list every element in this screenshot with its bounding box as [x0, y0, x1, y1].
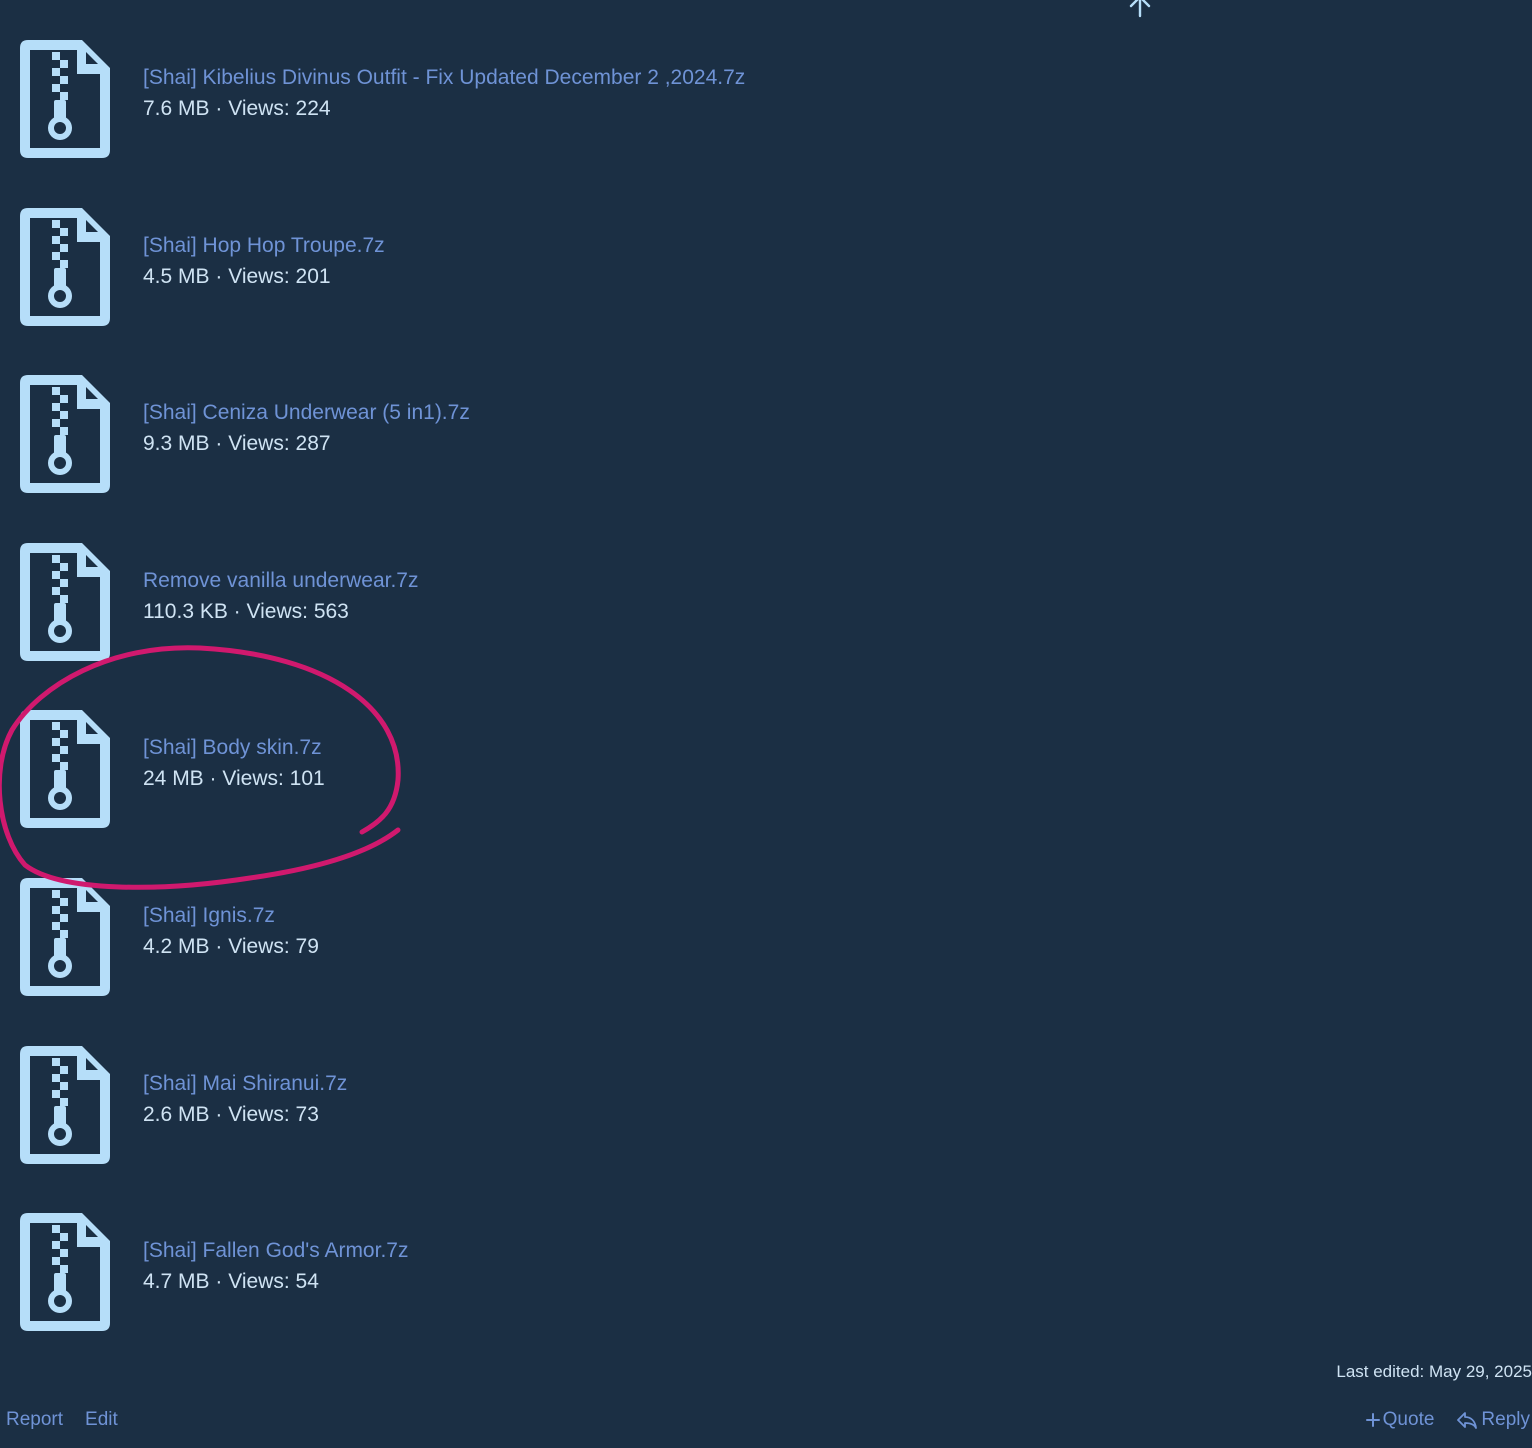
attachment-meta: [Shai] Kibelius Divinus Outfit - Fix Upd… — [143, 64, 745, 123]
attachment-meta: [Shai] Fallen God's Armor.7z 4.7 MB · Vie… — [143, 1237, 408, 1296]
attachment-views: Views: 201 — [228, 264, 331, 288]
attachment-size: 4.5 MB — [143, 264, 210, 288]
attachment-size: 4.2 MB — [143, 935, 210, 958]
attachment-file-link[interactable]: Remove vanilla underwear.7z — [143, 567, 418, 595]
attachment-info-separator: · — [209, 935, 229, 958]
attachment-meta: [Shai] Body skin.7z 24 MB · Views: 101 — [143, 734, 325, 793]
reply-arrow-icon — [1456, 1411, 1478, 1429]
attachment-info: 4.5 MB · Views: 201 — [143, 263, 385, 291]
attachment-info-separator: · — [209, 97, 229, 120]
attachment-views: Views: 224 — [228, 97, 331, 120]
attachment-info-separator: · — [203, 767, 223, 791]
attachment-meta: [Shai] Ignis.7z 4.2 MB · Views: 79 — [143, 902, 319, 961]
attachment-file-link[interactable]: [Shai] Ignis.7z — [143, 902, 319, 930]
attachment-info-separator: · — [209, 1102, 229, 1126]
file-zip-icon[interactable] — [18, 38, 112, 160]
attachment-views: Views: 287 — [228, 432, 331, 456]
post-actions-left: Report Edit — [6, 1408, 118, 1432]
attachment-info: 7.6 MB · Views: 224 — [143, 95, 745, 123]
attachment-views: Views: 79 — [228, 935, 319, 958]
file-zip-icon[interactable] — [18, 206, 112, 328]
attachment-info: 110.3 KB · Views: 563 — [143, 598, 418, 626]
attachment-file-link[interactable]: [Shai] Mai Shiranui.7z — [143, 1070, 347, 1098]
attachment-info-separator: · — [209, 1270, 229, 1294]
file-zip-icon[interactable] — [18, 1044, 112, 1166]
attachment-meta: [Shai] Hop Hop Troupe.7z 4.5 MB · Views: … — [143, 232, 385, 291]
attachment-size: 24 MB — [143, 767, 204, 791]
quote-label: Quote — [1382, 1409, 1435, 1430]
file-zip-icon[interactable] — [18, 876, 112, 998]
attachment-item[interactable]: [Shai] Ceniza Underwear (5 in1).7z 9.3 MB… — [18, 373, 918, 495]
attachment-views: Views: 73 — [228, 1102, 319, 1126]
attachment-meta: [Shai] Ceniza Underwear (5 in1).7z 9.3 MB… — [143, 399, 470, 458]
file-zip-icon[interactable] — [18, 708, 112, 830]
attachment-info: 9.3 MB · Views: 287 — [143, 430, 470, 458]
attachment-item[interactable]: [Shai] Hop Hop Troupe.7z 4.5 MB · Views: … — [18, 206, 918, 328]
attachment-item[interactable]: [Shai] Kibelius Divinus Outfit - Fix Upd… — [18, 38, 918, 160]
post-actions-right: Quote Reply — [1365, 1408, 1530, 1432]
post-page: [Shai] Kibelius Divinus Outfit - Fix Upd… — [0, 0, 1532, 1448]
file-zip-icon[interactable] — [18, 373, 112, 495]
attachment-info: 4.2 MB · Views: 79 — [143, 933, 319, 961]
report-link[interactable]: Report — [6, 1408, 63, 1432]
attachment-item[interactable]: [Shai] Mai Shiranui.7z 2.6 MB · Views: 73 — [18, 1044, 918, 1166]
attachment-file-link[interactable]: [Shai] Body skin.7z — [143, 734, 325, 762]
reply-label: Reply — [1481, 1409, 1530, 1430]
attachment-views: Views: 54 — [228, 1270, 319, 1294]
attachment-file-link[interactable]: [Shai] Kibelius Divinus Outfit - Fix Upd… — [143, 64, 745, 92]
file-zip-icon[interactable] — [18, 541, 112, 663]
attachment-meta: [Shai] Mai Shiranui.7z 2.6 MB · Views: 73 — [143, 1070, 347, 1129]
arrow-up-icon[interactable] — [1126, 0, 1154, 18]
attachment-size: 110.3 KB — [143, 599, 228, 623]
quote-button[interactable]: Quote — [1365, 1408, 1435, 1432]
attachment-views: Views: 101 — [222, 767, 325, 791]
attachment-info: 4.7 MB · Views: 54 — [143, 1268, 408, 1296]
attachment-size: 7.6 MB — [143, 97, 210, 120]
attachment-item[interactable]: Remove vanilla underwear.7z 110.3 KB · Vi… — [18, 541, 918, 663]
attachment-item[interactable]: [Shai] Body skin.7z 24 MB · Views: 101 — [18, 708, 918, 830]
attachment-file-link[interactable]: [Shai] Ceniza Underwear (5 in1).7z — [143, 399, 470, 427]
last-edited-timestamp: Last edited: May 29, 2025 — [1336, 1362, 1532, 1381]
attachment-info-separator: · — [227, 599, 247, 623]
plus-icon — [1365, 1413, 1380, 1427]
attachment-file-link[interactable]: [Shai] Hop Hop Troupe.7z — [143, 232, 385, 260]
attachment-item[interactable]: [Shai] Fallen God's Armor.7z 4.7 MB · Vie… — [18, 1211, 918, 1333]
file-zip-icon[interactable] — [18, 1211, 112, 1333]
attachment-info: 24 MB · Views: 101 — [143, 765, 325, 793]
attachment-size: 4.7 MB — [143, 1270, 210, 1294]
attachment-size: 9.3 MB — [143, 432, 210, 456]
reply-button[interactable]: Reply — [1456, 1408, 1530, 1432]
attachment-item[interactable]: [Shai] Ignis.7z 4.2 MB · Views: 79 — [18, 876, 918, 998]
attachment-info-separator: · — [209, 264, 229, 288]
edit-link[interactable]: Edit — [85, 1408, 118, 1432]
attachment-info-separator: · — [209, 432, 229, 456]
attachment-info: 2.6 MB · Views: 73 — [143, 1101, 347, 1129]
attachment-file-link[interactable]: [Shai] Fallen God's Armor.7z — [143, 1237, 408, 1265]
attachment-size: 2.6 MB — [143, 1102, 210, 1126]
attachment-meta: Remove vanilla underwear.7z 110.3 KB · Vi… — [143, 567, 418, 626]
attachment-views: Views: 563 — [246, 599, 349, 623]
